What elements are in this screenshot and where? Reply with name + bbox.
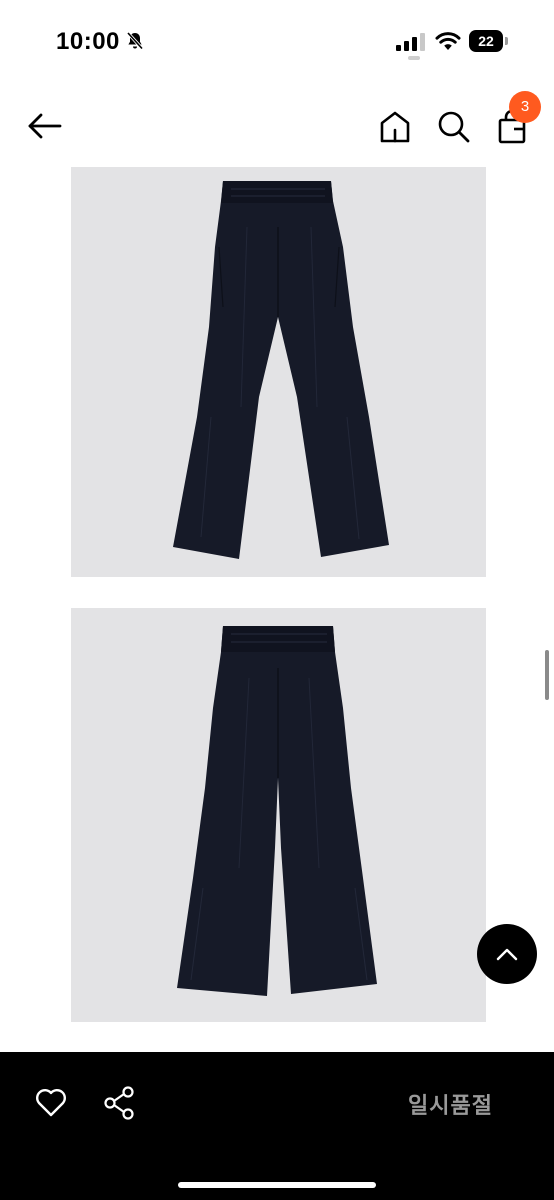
bottom-action-bar: 일시품절 bbox=[0, 1052, 554, 1200]
heart-icon[interactable] bbox=[34, 1086, 68, 1120]
wifi-icon bbox=[435, 32, 461, 50]
product-image-front bbox=[71, 167, 486, 577]
back-arrow-icon[interactable] bbox=[24, 108, 64, 144]
pants-front-image bbox=[71, 167, 486, 577]
camera-indicator bbox=[408, 56, 420, 60]
chevron-up-icon bbox=[496, 948, 518, 961]
cellular-signal-icon bbox=[396, 33, 425, 51]
battery-icon: 22 bbox=[469, 30, 509, 52]
search-icon[interactable] bbox=[435, 108, 473, 146]
battery-cap bbox=[505, 37, 508, 45]
scrollbar[interactable] bbox=[545, 650, 549, 700]
app-header bbox=[0, 90, 554, 160]
status-time: 10:00 bbox=[56, 28, 120, 55]
cart-count-badge: 3 bbox=[509, 91, 541, 123]
home-indicator bbox=[178, 1182, 376, 1188]
battery-level: 22 bbox=[469, 30, 503, 52]
home-icon[interactable] bbox=[376, 108, 414, 146]
bell-slash-icon bbox=[126, 31, 144, 50]
scroll-to-top-button[interactable] bbox=[477, 924, 537, 984]
sold-out-label: 일시품절 bbox=[408, 1093, 493, 1118]
pants-back-image bbox=[71, 608, 486, 1022]
share-icon[interactable] bbox=[102, 1085, 136, 1121]
product-image-back bbox=[71, 608, 486, 1022]
status-bar: 10:00 22 bbox=[0, 0, 554, 80]
